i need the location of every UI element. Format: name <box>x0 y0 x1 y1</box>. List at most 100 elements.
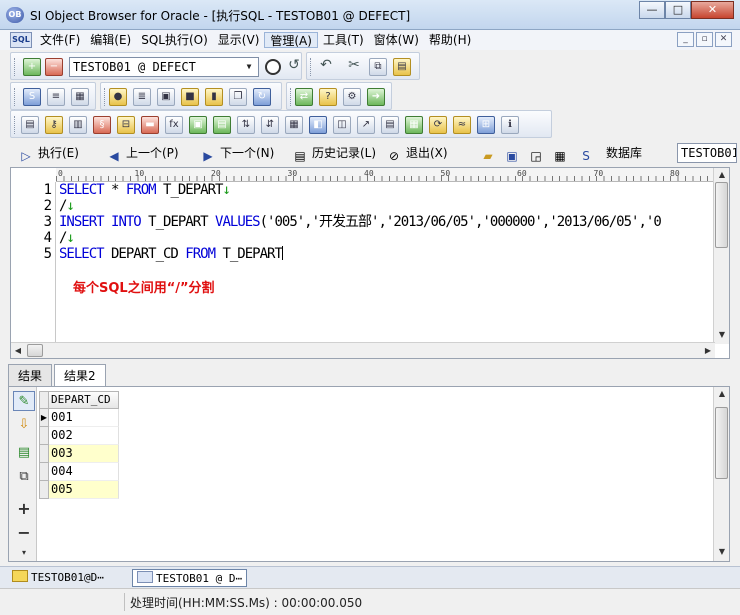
menu-item[interactable]: 显示(V) <box>213 32 265 48</box>
procedure-icon[interactable]: ▬ <box>141 116 159 134</box>
table-row[interactable]: 005 <box>39 481 119 499</box>
download-icon[interactable]: ⇩ <box>13 415 35 435</box>
scroll-thumb[interactable] <box>715 182 728 248</box>
edit-pencil-icon[interactable]: ✎ <box>13 391 35 411</box>
toolbar-grip[interactable] <box>290 88 293 106</box>
table-row[interactable]: ▶ 001 <box>39 409 119 427</box>
menu-item[interactable]: 窗体(W) <box>369 32 424 48</box>
scroll-right-icon[interactable]: ▶ <box>701 343 715 358</box>
editor-vertical-scrollbar[interactable]: ▲ ▼ <box>713 168 729 344</box>
row-header[interactable] <box>39 427 49 445</box>
menu-item[interactable]: SQL执行(O) <box>136 32 213 48</box>
toolbar-grip[interactable] <box>14 88 17 106</box>
scroll-left-icon[interactable]: ◀ <box>11 343 25 358</box>
scroll-down-icon[interactable]: ▼ <box>714 328 729 342</box>
library-icon[interactable]: ◧ <box>309 116 327 134</box>
snapshot-icon[interactable]: ▦ <box>405 116 423 134</box>
table-cell[interactable]: 005 <box>49 481 119 499</box>
export-excel-icon[interactable]: ▤ <box>13 443 35 463</box>
mdi-minimize-button[interactable]: _ <box>677 32 694 47</box>
toolbar-grip[interactable] <box>104 88 107 106</box>
table-list-button[interactable]: ▦ <box>552 143 572 163</box>
minimize-button[interactable]: — <box>639 1 665 19</box>
type-icon[interactable]: ⇵ <box>261 116 279 134</box>
table-cell[interactable]: 002 <box>49 427 119 445</box>
scroll-thumb[interactable] <box>715 407 728 479</box>
execute-button[interactable]: ▷ 执行(E) <box>18 143 79 163</box>
current-row-indicator-icon[interactable]: ▶ <box>39 409 49 427</box>
open-file-button[interactable]: ▰ <box>480 143 500 163</box>
synonym-icon[interactable]: ⊟ <box>117 116 135 134</box>
type-body-icon[interactable]: ▦ <box>285 116 303 134</box>
code-line[interactable]: /↓ <box>59 230 714 246</box>
materialized-view-icon[interactable]: ▤ <box>381 116 399 134</box>
toolbar-grip[interactable] <box>14 116 17 134</box>
delete-row-icon[interactable]: − <box>13 523 35 543</box>
mdi-close-button[interactable]: ✕ <box>715 32 732 47</box>
sql-explain-button[interactable]: S <box>578 143 598 163</box>
code-area[interactable]: SELECT * FROM T_DEPART↓/↓ INSERT INTO T_D… <box>59 182 714 344</box>
copy-icon[interactable]: ⧉ <box>369 58 387 76</box>
maximize-button[interactable]: □ <box>665 1 691 19</box>
help-icon[interactable]: ? <box>319 88 337 106</box>
queue-icon[interactable]: ≈ <box>453 116 471 134</box>
undo-icon[interactable]: ↶ <box>317 57 335 75</box>
more-tools-icon[interactable]: ▾ <box>13 543 35 563</box>
table-row[interactable]: 002 <box>39 427 119 445</box>
copy-rows-icon[interactable]: ⧉ <box>13 467 35 487</box>
commit-icon[interactable] <box>265 59 281 75</box>
java-icon[interactable]: ◫ <box>333 116 351 134</box>
code-line[interactable]: SELECT DEPART_CD FROM T_DEPART <box>59 246 714 262</box>
table-row[interactable]: 004 <box>39 463 119 481</box>
directory-icon[interactable]: ↗ <box>357 116 375 134</box>
package-icon[interactable]: ▣ <box>189 116 207 134</box>
save-file-button[interactable]: ▣ <box>504 143 524 163</box>
objects-icon[interactable]: ❐ <box>229 88 247 106</box>
scroll-thumb[interactable] <box>27 344 43 357</box>
info-icon[interactable]: ℹ <box>501 116 519 134</box>
cut-icon[interactable]: ✂ <box>345 57 363 75</box>
sql-editor-icon[interactable]: ▦ <box>71 88 89 106</box>
connection-select[interactable]: TESTOB01 @ DEFECT ▼ <box>69 57 259 77</box>
dblink-icon[interactable]: ⊞ <box>477 116 495 134</box>
result-tab[interactable]: 结果2 <box>54 364 106 387</box>
table-cell[interactable]: 003 <box>49 445 119 463</box>
exit-button[interactable]: ⊘ 退出(X) <box>386 143 448 163</box>
result-vertical-scrollbar[interactable]: ▲ ▼ <box>713 387 729 561</box>
job-icon[interactable]: ⟳ <box>429 116 447 134</box>
scroll-up-icon[interactable]: ▲ <box>714 168 729 182</box>
close-button[interactable]: ✕ <box>691 1 734 19</box>
package-body-icon[interactable]: ▤ <box>213 116 231 134</box>
rollback-icon[interactable]: ↺ <box>285 57 303 75</box>
editor-horizontal-scrollbar[interactable]: ◀ ▶ <box>11 342 715 358</box>
history-button[interactable]: ▤ 历史记录(L) <box>292 143 376 163</box>
add-row-icon[interactable]: + <box>13 499 35 519</box>
row-header[interactable] <box>39 463 49 481</box>
menu-item[interactable]: 帮助(H) <box>424 32 476 48</box>
sql-window-icon[interactable]: SQL <box>10 32 32 48</box>
export-icon[interactable]: ⇄ <box>295 88 313 106</box>
view-icon[interactable]: ▥ <box>69 116 87 134</box>
code-line[interactable]: /↓ <box>59 198 714 214</box>
menu-item[interactable]: 编辑(E) <box>85 32 136 48</box>
import-icon[interactable]: ➜ <box>367 88 385 106</box>
table-row[interactable]: 003 <box>39 445 119 463</box>
toolbar-grip[interactable] <box>14 58 17 76</box>
trigger-icon[interactable]: ⇅ <box>237 116 255 134</box>
table-cell[interactable]: 004 <box>49 463 119 481</box>
row-header[interactable] <box>39 445 49 463</box>
column-header-depart-cd[interactable]: DEPART_CD <box>49 391 119 409</box>
task-window-button[interactable]: TESTOB01@D⋯ <box>8 569 108 587</box>
toolbar-grip[interactable] <box>310 58 313 76</box>
sql-tuning-icon[interactable]: ⚙ <box>343 88 361 106</box>
lock-icon[interactable]: ■ <box>181 88 199 106</box>
refresh-objects-icon[interactable]: ↻ <box>253 88 271 106</box>
sequence-icon[interactable]: § <box>93 116 111 134</box>
tablespace-icon[interactable]: ≣ <box>133 88 151 106</box>
result-tab[interactable]: 结果 <box>8 364 53 386</box>
code-line[interactable]: SELECT * FROM T_DEPART↓ <box>59 182 714 198</box>
sql-script-icon[interactable]: ≡ <box>47 88 65 106</box>
function-icon[interactable]: fx <box>165 116 183 134</box>
new-connection-icon[interactable]: + <box>23 58 41 76</box>
database-icon[interactable]: ▮ <box>205 88 223 106</box>
